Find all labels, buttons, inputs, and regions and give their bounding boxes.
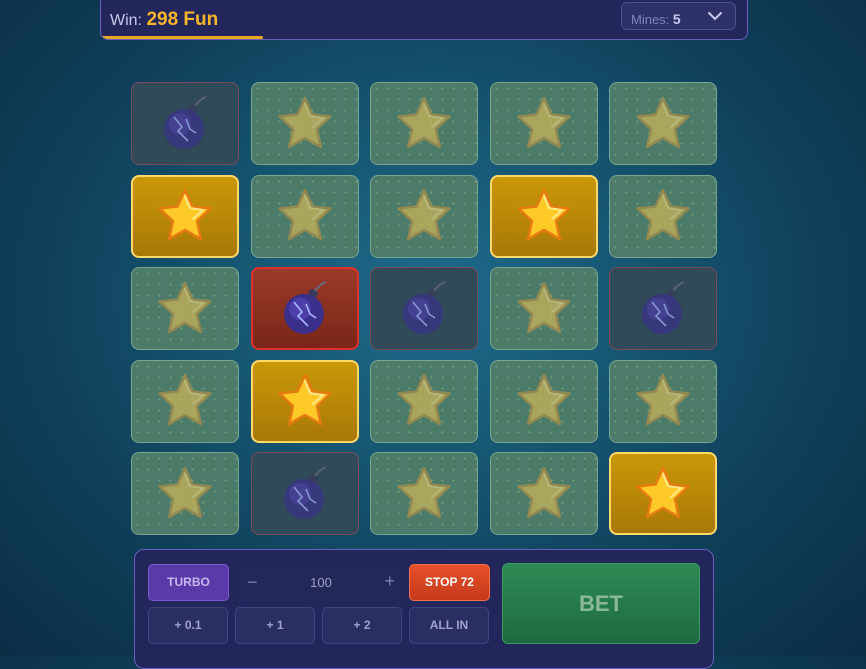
star-icon [516,281,571,333]
board-tile[interactable] [250,267,359,350]
control-panel: TURBO − 100 + STOP 72 + 0.1 + 1 + 2 ALL … [134,549,714,669]
mines-value: 5 [672,11,681,27]
star-icon [158,188,212,241]
add-0-1-button[interactable]: + 0.1 [148,607,228,644]
board-tile[interactable] [489,452,598,535]
top-bar: Win: 298 Fun Mines: 5 [100,0,748,40]
board-tile[interactable] [370,174,478,258]
bomb-icon [283,280,326,334]
board-tile[interactable] [250,174,359,258]
win-amount: 298 Fun [146,9,219,30]
board-tile[interactable] [131,82,239,165]
star-icon [277,188,332,241]
bomb-icon [164,95,207,149]
board-tile[interactable] [489,174,598,258]
turbo-button[interactable]: TURBO [148,564,229,601]
star-icon [397,466,451,518]
board-tile[interactable] [250,359,359,443]
stop-autoplay-button[interactable]: STOP 72 [409,564,490,601]
star-icon [516,96,571,148]
star-icon [397,373,451,426]
board-tile[interactable] [609,267,717,350]
board-tile[interactable] [370,359,478,443]
star-icon [158,466,212,518]
board-tile[interactable] [609,174,717,258]
board-tile[interactable] [370,452,478,535]
board-tile[interactable] [131,452,239,535]
increase-button[interactable]: + [384,571,395,592]
add-1-button[interactable]: + 1 [235,607,315,644]
win-progress-fill [101,36,263,39]
star-icon [516,188,571,241]
bomb-icon [642,280,685,334]
board-tile[interactable] [609,359,717,443]
win-progress-bar [101,36,747,39]
mines-label: Mines: [631,12,670,27]
board-tile[interactable] [370,82,478,165]
board-tile[interactable] [131,267,239,350]
star-icon [158,373,212,426]
add-2-button[interactable]: + 2 [322,607,402,644]
bet-amount-stepper: − 100 + [237,564,405,601]
star-icon [636,373,690,426]
star-icon [158,281,212,333]
board-tile[interactable] [489,359,598,443]
bomb-icon [403,280,446,334]
board-tile[interactable] [370,267,478,350]
board-tile[interactable] [609,82,717,165]
star-icon [277,96,332,148]
star-icon [397,188,451,241]
star-icon [636,188,690,241]
bet-amount-value[interactable]: 100 [237,575,405,590]
board-tile[interactable] [250,452,359,535]
mines-select[interactable]: Mines: 5 [621,2,736,30]
win-display: Win: 298 Fun [110,9,218,31]
chevron-down-icon [708,12,722,21]
board-tile[interactable] [489,82,598,165]
board-tile[interactable] [131,359,239,443]
all-in-button[interactable]: ALL IN [409,607,489,644]
bomb-icon [283,465,326,519]
board-tile[interactable] [250,82,359,165]
star-icon [277,373,332,426]
board-tile[interactable] [609,452,717,535]
star-icon [397,96,451,148]
win-label: Win: [110,12,142,29]
bet-button[interactable]: BET [502,563,700,644]
star-icon [636,96,690,148]
star-icon [636,466,690,518]
star-icon [516,466,571,518]
star-icon [516,373,571,426]
board-tile[interactable] [131,174,239,258]
mines-board [131,82,717,535]
board-tile[interactable] [489,267,598,350]
